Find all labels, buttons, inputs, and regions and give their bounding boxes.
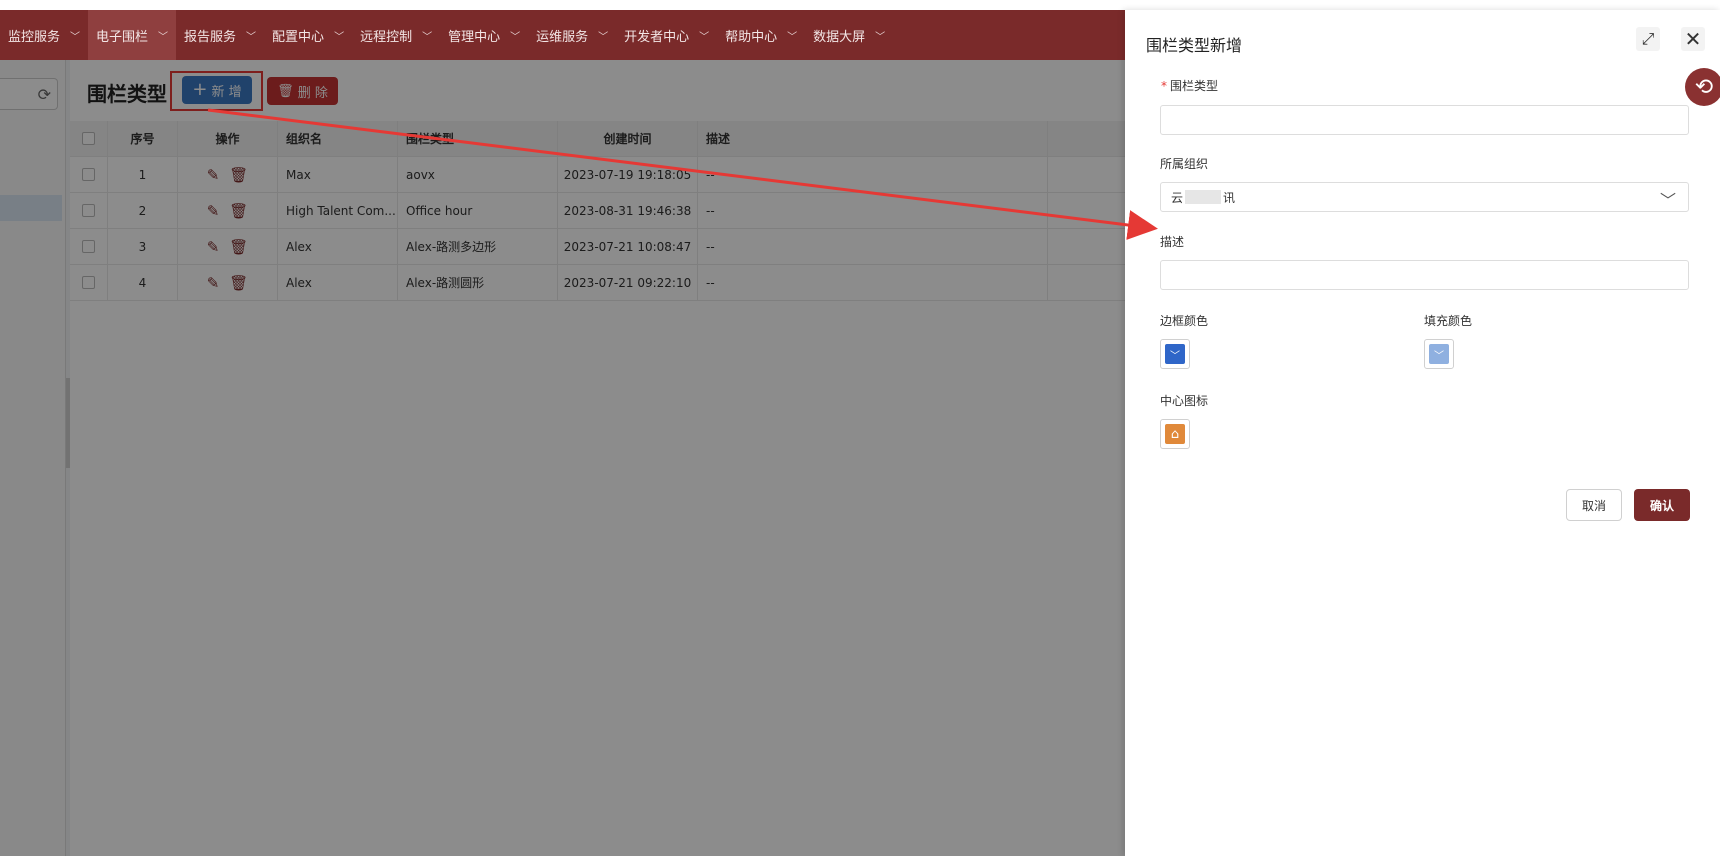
border-color-label: 边框颜色 — [1160, 314, 1209, 328]
close-icon[interactable]: ✕ — [1681, 27, 1705, 51]
chevron-down-icon: ﹀ — [158, 31, 169, 43]
chevron-down-icon: ﹀ — [598, 31, 609, 43]
chevron-down-icon: ﹀ — [510, 31, 521, 43]
expand-icon[interactable]: ⤢ — [1636, 27, 1660, 51]
nav-item-config[interactable]: 配置中心 ﹀ — [264, 10, 352, 60]
nav-label: 报告服务 — [184, 29, 237, 45]
nav-label: 运维服务 — [536, 29, 589, 45]
chevron-down-icon: ﹀ — [334, 31, 345, 43]
chevron-down-icon: ﹀ — [875, 31, 886, 43]
nav-label: 帮助中心 — [725, 29, 778, 45]
fill-color-picker[interactable]: ﹀ — [1424, 339, 1454, 369]
org-value-end: 讯 — [1223, 190, 1236, 205]
desc-label: 描述 — [1160, 235, 1185, 249]
org-label: 所属组织 — [1160, 157, 1209, 171]
nav-item-remote[interactable]: 远程控制 ﹀ — [352, 10, 440, 60]
chevron-down-icon: ﹀ — [1659, 191, 1676, 210]
fence-type-input[interactable] — [1160, 105, 1689, 135]
required-mark: * — [1161, 79, 1167, 93]
nav-label: 配置中心 — [272, 29, 325, 45]
chevron-down-icon: ﹀ — [422, 31, 433, 43]
cancel-button[interactable]: 取消 — [1566, 489, 1622, 521]
fill-color-label: 填充颜色 — [1424, 314, 1473, 328]
desc-input[interactable] — [1160, 260, 1689, 290]
org-select[interactable]: 云 讯 ﹀ — [1160, 182, 1689, 212]
chevron-down-icon: ﹀ — [787, 31, 798, 43]
nav-item-fence[interactable]: 电子围栏 ﹀ — [88, 10, 177, 60]
org-value-start: 云 — [1171, 190, 1184, 205]
nav-item-report[interactable]: 报告服务 ﹀ — [176, 10, 264, 60]
chevron-down-icon: ﹀ — [70, 31, 81, 43]
nav-label: 监控服务 — [8, 29, 61, 45]
chevron-down-icon: ﹀ — [246, 31, 257, 43]
nav-label: 管理中心 — [448, 29, 501, 45]
nav-label: 电子围栏 — [96, 29, 149, 45]
center-icon-label: 中心图标 — [1160, 394, 1209, 408]
chevron-down-icon: ﹀ — [699, 31, 710, 43]
border-color-picker[interactable]: ﹀ — [1160, 339, 1190, 369]
home-icon: ⌂ — [1165, 424, 1185, 444]
nav-label: 开发者中心 — [624, 29, 690, 45]
chevron-down-icon: ﹀ — [1165, 344, 1185, 364]
center-icon-picker[interactable]: ⌂ — [1160, 419, 1190, 449]
nav-item-dashboard[interactable]: 数据大屏 ﹀ — [805, 10, 893, 60]
history-icon[interactable]: ⟲ — [1685, 68, 1720, 106]
nav-item-help[interactable]: 帮助中心 ﹀ — [717, 10, 805, 60]
nav-item-developer[interactable]: 开发者中心 ﹀ — [616, 10, 717, 60]
add-fence-type-drawer: 围栏类型新增 ⤢ ✕ * 围栏类型 所属组织 云 讯 ﹀ 描述 边框颜色 ﹀ 填充颜… — [1125, 10, 1720, 856]
modal-overlay[interactable] — [0, 60, 1125, 856]
nav-item-monitor[interactable]: 监控服务 ﹀ — [0, 10, 88, 60]
chevron-down-icon: ﹀ — [1429, 344, 1449, 364]
confirm-button[interactable]: 确认 — [1634, 489, 1690, 521]
nav-label: 数据大屏 — [813, 29, 866, 45]
redacted-block — [1185, 190, 1222, 204]
fence-type-label: * 围栏类型 — [1161, 77, 1218, 94]
nav-item-admin[interactable]: 管理中心 ﹀ — [440, 10, 528, 60]
nav-item-ops[interactable]: 运维服务 ﹀ — [528, 10, 616, 60]
nav-label: 远程控制 — [360, 29, 413, 45]
fence-type-label-text: 围栏类型 — [1170, 79, 1219, 93]
drawer-title: 围栏类型新增 — [1146, 36, 1243, 55]
window-top-strip — [0, 0, 1720, 10]
